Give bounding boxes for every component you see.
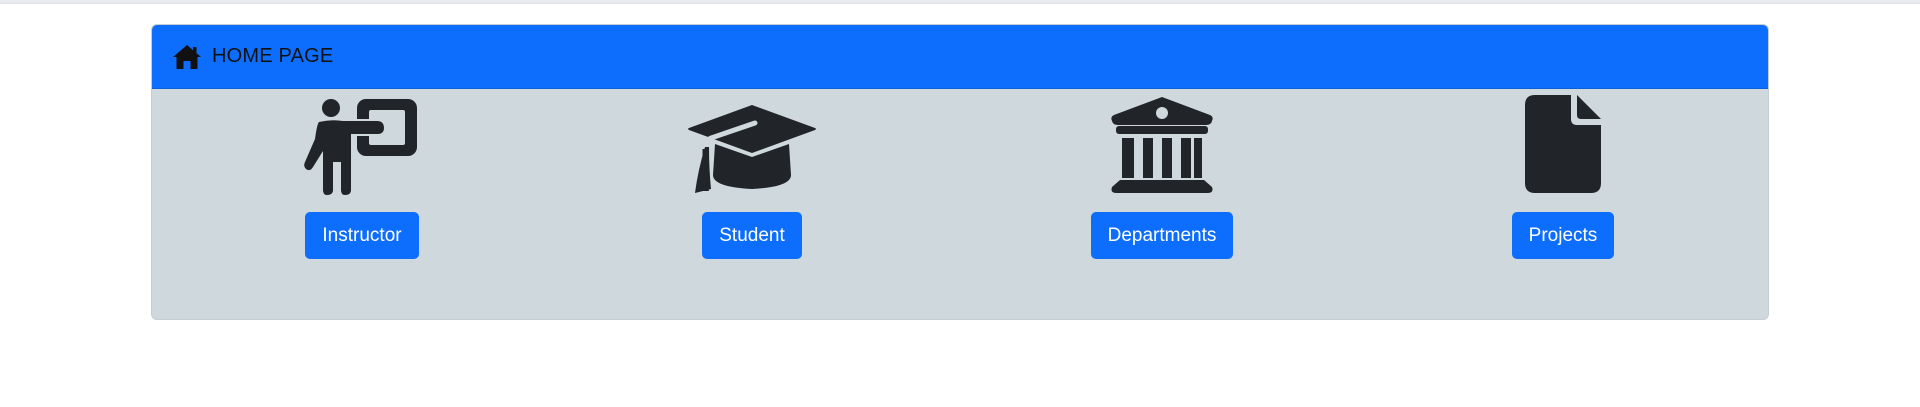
- student-button[interactable]: Student: [702, 212, 802, 259]
- card-header: HOME PAGE: [152, 25, 1768, 89]
- home-icon: [172, 44, 202, 70]
- tile-projects: Projects: [1511, 89, 1615, 259]
- graduation-cap-icon: [687, 89, 817, 195]
- building-columns-icon: [1110, 89, 1214, 195]
- top-divider: [0, 0, 1920, 4]
- instructor-icon: [301, 89, 423, 195]
- projects-button[interactable]: Projects: [1511, 212, 1615, 259]
- page-title: HOME PAGE: [212, 45, 334, 67]
- departments-button[interactable]: Departments: [1090, 212, 1234, 259]
- card-body: Instructor Student Departments Projects: [152, 89, 1768, 319]
- home-card: HOME PAGE Instructor Student Departments…: [151, 24, 1769, 320]
- file-icon: [1523, 89, 1603, 195]
- tile-departments: Departments: [1087, 89, 1237, 259]
- instructor-button[interactable]: Instructor: [305, 212, 419, 259]
- tile-instructor: Instructor: [299, 89, 425, 259]
- tile-student: Student: [688, 89, 816, 259]
